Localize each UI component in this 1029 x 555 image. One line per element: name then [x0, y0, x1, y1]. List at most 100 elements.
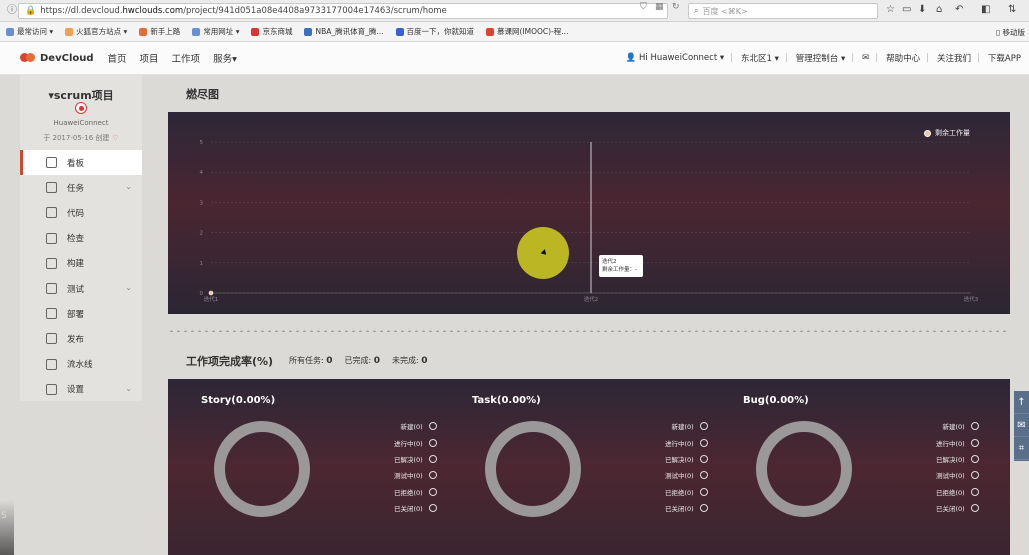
legend-item[interactable]: 已关闭(0) [936, 500, 979, 516]
shield-icon[interactable]: ⛉ [640, 2, 647, 12]
sidebar-menu: 看板 任务 ⌄ 代码 检查 构建 测试 ⌄ 部署 发布 流水线 设置 ⌄ [20, 150, 142, 402]
bookmark-item[interactable]: 常用网址 ▾ [192, 26, 239, 37]
download-icon[interactable]: ⬇ [918, 4, 926, 15]
legend-circle-icon [699, 422, 708, 431]
heart-icon[interactable]: ♡ [112, 134, 118, 142]
legend-item[interactable]: 测试中(0) [936, 467, 979, 483]
bookmark-item[interactable]: 京东商城 [251, 26, 292, 37]
home-icon[interactable]: ⌂ [936, 4, 942, 15]
bookmark-item[interactable]: 最常访问 ▾ [6, 26, 53, 37]
info-icon[interactable]: ⓘ [6, 5, 18, 17]
legend-item[interactable]: 已解决(0) [394, 451, 437, 467]
sidebar-item[interactable]: 发布 [20, 326, 142, 351]
nav-workitems[interactable]: 工作项 [172, 51, 201, 65]
x-tick-label: 迭代1 [204, 295, 219, 303]
sidebar-item[interactable]: 测试 ⌄ [20, 276, 142, 301]
left-edge-shadow [0, 500, 14, 555]
burndown-legend[interactable]: 剩余工作量 [924, 128, 970, 138]
data-point [208, 290, 214, 296]
help-center-link[interactable]: 帮助中心 [886, 52, 920, 64]
legend-item[interactable]: 进行中(0) [936, 434, 979, 450]
donut-ring [485, 421, 581, 517]
nav-home[interactable]: 首页 [108, 51, 127, 65]
legend-item[interactable]: 新建(0) [936, 418, 979, 434]
legend-item[interactable]: 已拒绝(0) [394, 484, 437, 500]
qr-icon[interactable]: ▦ [655, 2, 664, 12]
floating-toolbar: ↑ ✉ ⌗ [1014, 391, 1029, 461]
user-icon: 👤 [625, 53, 637, 63]
legend-item[interactable]: 已解决(0) [936, 451, 979, 467]
legend-item[interactable]: 已解决(0) [665, 451, 708, 467]
sidebar-item[interactable]: 部署 [20, 301, 142, 326]
legend-item[interactable]: 新建(0) [665, 418, 708, 434]
feedback-mail-icon[interactable]: ✉ [1014, 414, 1029, 437]
download-app-link[interactable]: 下载APP [988, 52, 1021, 64]
user-menu[interactable]: Hi HuaweiConnect ▾ [639, 53, 724, 63]
status-legend: 新建(0) 进行中(0) 已解决(0) 测试中(0) 已拒绝(0) 已关闭(0) [394, 418, 437, 516]
legend-circle-icon [970, 438, 979, 447]
chevron-down-icon: ⌄ [125, 282, 132, 292]
search-icon: ⌕ [694, 6, 699, 15]
nav-services[interactable]: 服务▾ [213, 51, 237, 65]
reload-icon[interactable]: ↻ [672, 2, 680, 12]
extension-icon[interactable]: ◧ [981, 4, 990, 15]
legend-item[interactable]: 已拒绝(0) [936, 484, 979, 500]
legend-item[interactable]: 进行中(0) [665, 434, 708, 450]
sidebar-item[interactable]: 检查 [20, 226, 142, 251]
menu-icon[interactable]: ⇅ [1008, 4, 1016, 15]
legend-item[interactable]: 新建(0) [394, 418, 437, 434]
legend-circle-icon [699, 438, 708, 447]
y-tick-label: 1 [200, 261, 204, 267]
settings-icon [46, 383, 57, 395]
legend-item[interactable]: 测试中(0) [394, 467, 437, 483]
region-select[interactable]: 东北区1 ▾ [741, 52, 779, 64]
back-to-top-icon[interactable]: ↑ [1014, 391, 1029, 414]
sidebar-item[interactable]: 代码 [20, 200, 142, 225]
y-tick-label: 2 [200, 231, 204, 237]
x-tick-label: 迭代3 [964, 295, 979, 303]
sidebar-item[interactable]: 构建 [20, 251, 142, 276]
bookmark-favicon-icon [192, 27, 201, 36]
console-menu[interactable]: 管理控制台 ▾ [796, 52, 845, 64]
project-title[interactable]: ▾scrum项目 [20, 87, 142, 103]
project-avatar [75, 102, 87, 114]
mobile-bookmarks[interactable]: ▯ 移动版 [996, 27, 1025, 38]
legend-circle-icon [428, 422, 437, 431]
sidebar-item[interactable]: 设置 ⌄ [20, 377, 142, 402]
nav-projects[interactable]: 项目 [140, 51, 159, 65]
star-icon[interactable]: ☆ [886, 4, 895, 15]
qrcode-icon[interactable]: ⌗ [1014, 437, 1029, 460]
bookmark-favicon-icon [251, 27, 260, 36]
bookmark-item[interactable]: 慕课网(IMOOC)-程... [486, 26, 568, 37]
deploy-icon [46, 308, 57, 320]
chart-title: Story(0.00%) [201, 395, 276, 406]
sidebar-item[interactable]: 任务 ⌄ [20, 175, 142, 200]
sidebar-item[interactable]: 流水线 [20, 352, 142, 377]
legend-item[interactable]: 进行中(0) [394, 434, 437, 450]
address-bar[interactable]: 🔒 https://dl.devcloud.hwclouds.com/proje… [18, 3, 668, 19]
devcloud-logo[interactable]: DevCloud [20, 53, 94, 64]
edge-text: S [1, 511, 7, 521]
bookmark-item[interactable]: 新手上路 [139, 26, 180, 37]
pipeline-icon [46, 358, 57, 370]
legend-item[interactable]: 测试中(0) [665, 467, 708, 483]
legend-item[interactable]: 已关闭(0) [665, 500, 708, 516]
build-icon [46, 257, 57, 269]
follow-us-link[interactable]: 关注我们 [937, 52, 971, 64]
bookmark-favicon-icon [304, 27, 313, 36]
legend-circle-icon [970, 422, 979, 431]
release-icon [46, 333, 57, 345]
back-history-icon[interactable]: ↶ [955, 4, 963, 15]
completion-title: 工作项完成率(%) [186, 355, 274, 368]
search-input[interactable]: ⌕ 百度 <⌘K> [688, 3, 878, 19]
legend-item[interactable]: 已关闭(0) [394, 500, 437, 516]
reader-icon[interactable]: ▭ [902, 4, 911, 15]
bookmark-item[interactable]: NBA_腾讯体育_腾... [304, 26, 384, 37]
bookmark-item[interactable]: 火狐官方站点 ▾ [65, 26, 127, 37]
mail-icon[interactable]: ✉ [862, 53, 869, 63]
legend-circle-icon [428, 454, 437, 463]
sidebar-item[interactable]: 看板 [20, 150, 142, 176]
bookmark-item[interactable]: 百度一下，你就知道 [395, 26, 474, 37]
legend-dot-icon [924, 129, 931, 137]
legend-item[interactable]: 已拒绝(0) [665, 484, 708, 500]
